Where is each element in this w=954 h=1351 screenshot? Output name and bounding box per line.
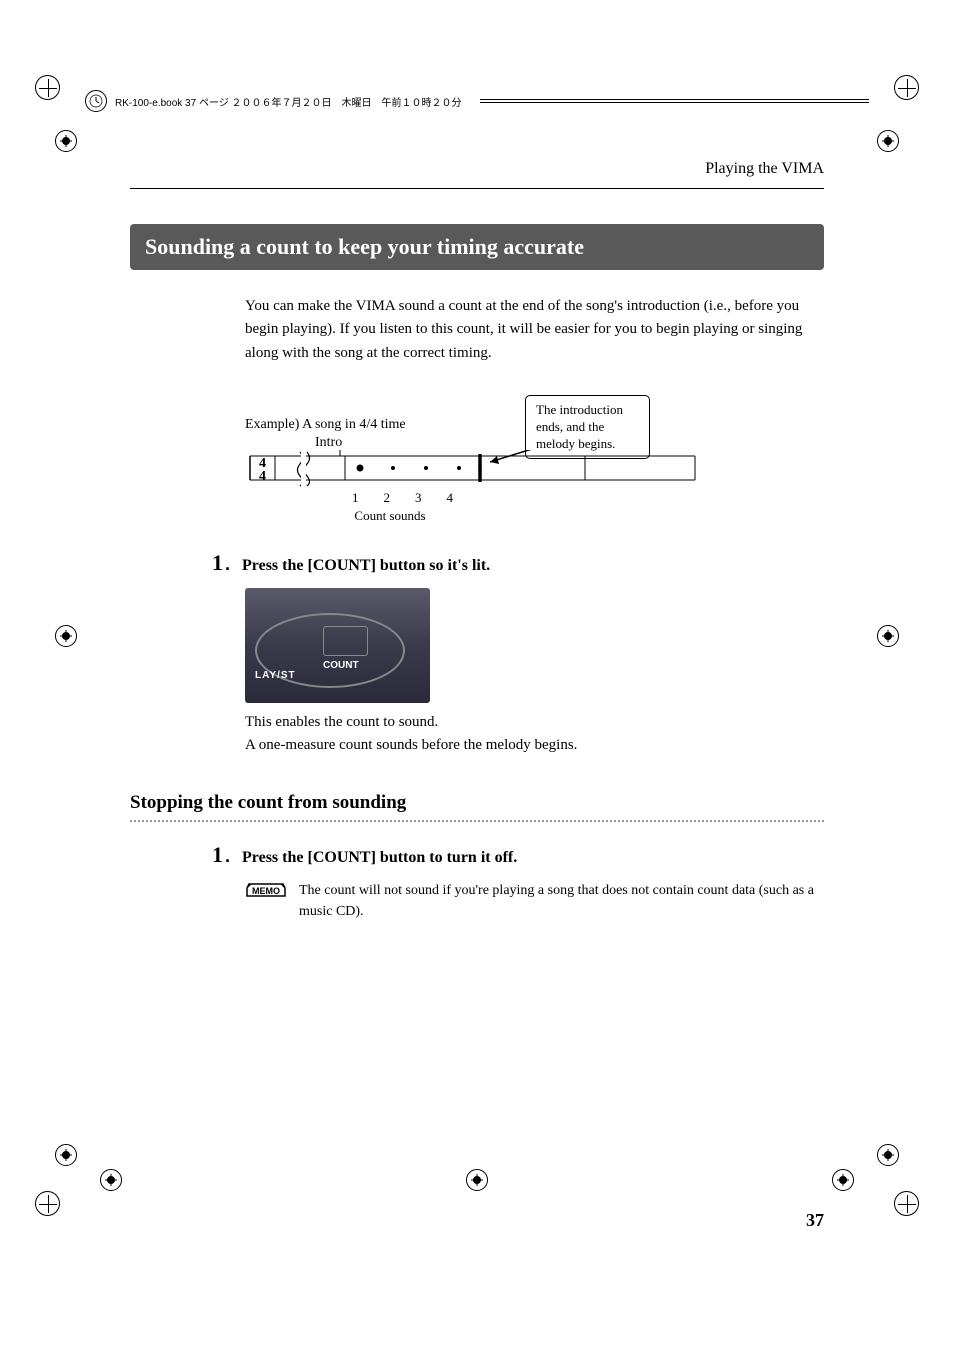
step-instruction: Press the [COUNT] button to turn it off.	[242, 849, 517, 867]
reg-circle-icon	[877, 625, 899, 647]
dotted-rule	[130, 820, 824, 822]
diagram-intro-label: Intro	[315, 435, 342, 451]
step-dot-icon: .	[225, 846, 230, 867]
play-stop-label: LAY/ST	[255, 670, 296, 681]
step-number: 1	[212, 550, 223, 576]
diagram-count-numbers: 1234	[352, 490, 478, 506]
reg-circle-icon	[877, 130, 899, 152]
step-1: 1. Press the [COUNT] button so it's lit.	[212, 550, 824, 576]
count-button-label: COUNT	[323, 660, 359, 671]
reg-circle-icon	[55, 625, 77, 647]
running-head: Playing the VIMA	[130, 160, 824, 178]
memo-text: The count will not sound if you're playi…	[299, 880, 824, 922]
diagram-example-label: Example) A song in 4/4 time	[245, 417, 406, 433]
page-number: 37	[806, 1210, 824, 1231]
count-button-icon	[323, 626, 368, 656]
registration-mark-top-right	[894, 75, 919, 100]
step-dot-icon: .	[225, 554, 230, 575]
step-2: 1. Press the [COUNT] button to turn it o…	[212, 842, 824, 868]
diagram-count-sounds-label: Count sounds	[285, 508, 495, 524]
step-body-line-1: This enables the count to sound.	[245, 711, 824, 734]
timing-diagram: Example) A song in 4/4 time Intro The in…	[245, 395, 824, 525]
header-rule	[130, 188, 824, 189]
memo-note: MEMO The count will not sound if you're …	[245, 880, 824, 922]
registration-mark-top-left	[35, 75, 60, 100]
svg-text:MEMO: MEMO	[252, 886, 280, 896]
reg-circle-icon	[100, 1169, 122, 1191]
registration-mark-bottom-left	[35, 1191, 60, 1216]
step-number: 1	[212, 842, 223, 868]
subsection-title: Stopping the count from sounding	[130, 792, 824, 814]
header-bar: RK-100-e.book 37 ページ ２００６年７月２０日 木曜日 午前１０…	[85, 90, 869, 112]
registration-mark-bottom-right	[894, 1191, 919, 1216]
step-body: This enables the count to sound. A one-m…	[245, 711, 824, 758]
reg-circle-icon	[55, 130, 77, 152]
step-body-line-2: A one-measure count sounds before the me…	[245, 734, 824, 757]
reg-circle-icon	[55, 1144, 77, 1166]
page-content: Playing the VIMA Sounding a count to kee…	[130, 160, 824, 1151]
svg-text:4: 4	[259, 469, 266, 484]
reg-circle-icon	[832, 1169, 854, 1191]
step-instruction: Press the [COUNT] button so it's lit.	[242, 557, 490, 575]
intro-paragraph: You can make the VIMA sound a count at t…	[245, 295, 824, 365]
reg-circle-icon	[877, 1144, 899, 1166]
memo-icon: MEMO	[245, 880, 287, 900]
header-filename: RK-100-e.book 37 ページ ２００６年７月２０日 木曜日 午前１０…	[115, 94, 462, 109]
section-title: Sounding a count to keep your timing acc…	[130, 224, 824, 270]
reg-circle-icon	[466, 1169, 488, 1191]
header-clock-icon	[85, 90, 107, 112]
product-photo-count-button: COUNT LAY/ST	[245, 588, 430, 703]
